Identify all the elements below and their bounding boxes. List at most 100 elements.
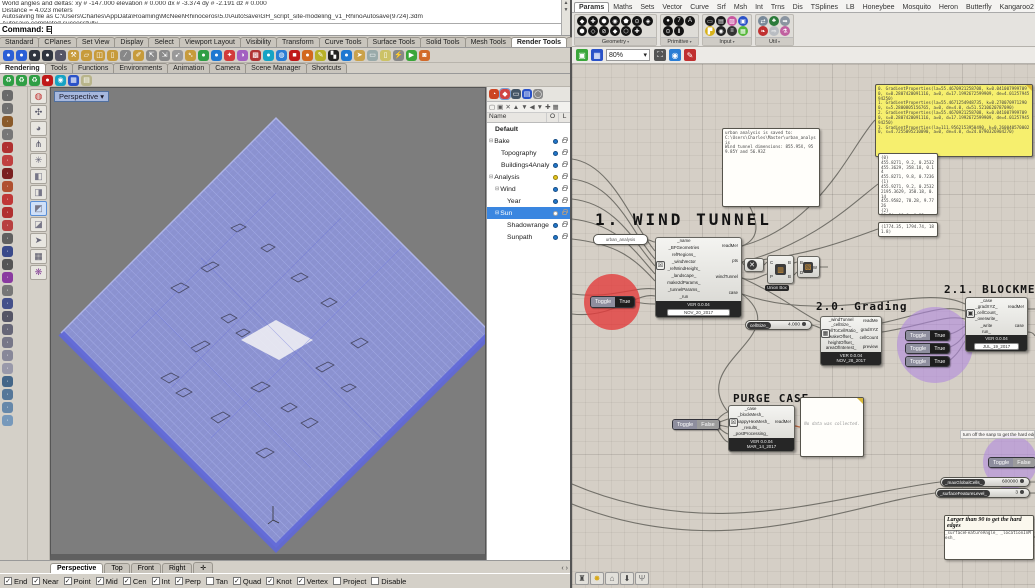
viewport-tab-perspective[interactable]: Perspective [50,563,103,573]
rtab-scene-manager[interactable]: Scene Manager [245,63,306,73]
component-icon[interactable]: ▭ [705,16,715,26]
layer-row[interactable]: Topography [487,147,570,159]
slider-knob-icon[interactable] [1020,490,1024,494]
component-icon[interactable]: ◉ [610,16,620,26]
input-port[interactable]: _landscape_ [659,274,709,278]
gh-tab-sets[interactable]: Sets [636,3,658,12]
tool-icon[interactable]: · [2,415,13,426]
gh-canvas[interactable]: 0. GradientProperties(la=55.467092125870… [572,64,1035,588]
input-port[interactable]: areaOfInterest_ [824,346,858,350]
tool-icon[interactable]: · [2,103,13,114]
checkbox-icon[interactable]: ✓ [152,577,160,585]
open-file-icon[interactable]: ▣ [576,49,588,61]
component-icon[interactable]: ❧ [758,26,768,36]
point-panel[interactable]: (1774.35, 1794.74, 181.8) [878,222,938,237]
output-port[interactable]: readMe! [709,244,738,248]
input-port[interactable]: _BFGeometries [659,246,709,250]
tab-render-tools[interactable]: Render Tools [511,37,567,47]
component-icon[interactable]: ◆ [610,26,620,36]
tool-icon[interactable]: · [2,350,13,361]
layer-row[interactable]: Buildings4Analy [487,159,570,171]
component-icon[interactable]: ▦ [738,26,748,36]
layer-lock-icon[interactable] [562,139,567,143]
widget-icon[interactable]: ⌂ [605,572,619,585]
gh-tab-dis[interactable]: Dis [789,3,807,12]
checkbox-icon[interactable]: ✓ [233,577,241,585]
tool-icon[interactable]: ◔ [55,50,66,61]
perspective-viewport[interactable]: Perspective ▾ [50,87,486,560]
plugin-tool-icon[interactable]: ◍ [30,89,47,104]
grading-component[interactable]: _windTunnel_cellSize__cellToCellRatio_wa… [820,316,882,366]
rtab-shortcuts[interactable]: Shortcuts [306,63,348,73]
boolean-toggle-run[interactable]: ToggleTrue [590,296,635,308]
max-global-cells-slider[interactable]: _maxGlobalCells_600000 [940,477,1030,487]
slider-track[interactable]: 3 [991,490,1029,495]
boolean-toggle-purge[interactable]: ToggleFalse [672,419,720,430]
plugin-tool-icon[interactable]: ◧ [30,169,47,184]
output-port[interactable]: case [709,291,738,295]
component-icon[interactable]: ➡ [780,16,790,26]
plugin-tool-icon[interactable]: ◪ [30,217,47,232]
osnap-quad[interactable]: ✓Quad [233,577,261,586]
input-port[interactable]: P [770,274,773,279]
tool-icon[interactable]: ◉ [55,75,66,86]
ribbon-group-label[interactable]: Primitive [661,37,698,45]
input-port[interactable]: _windVector [659,260,709,264]
layer-lock-icon[interactable] [562,199,567,203]
gh-tab-butterfly[interactable]: Butterfly [962,3,996,12]
checkbox-icon[interactable]: ✓ [4,577,12,585]
zoom-extents-icon[interactable]: ⛶ [654,49,666,61]
layers-tool-icon[interactable]: ▢ [489,103,495,111]
input-port[interactable]: _run [659,295,709,299]
layer-row[interactable]: Year [487,195,570,207]
component-icon[interactable]: ⚗ [780,26,790,36]
osnap-point[interactable]: ✓Point [64,577,91,586]
component-icon[interactable]: ◈ [643,16,653,26]
layer-lock-icon[interactable] [562,211,567,215]
input-port[interactable]: _blockMesh_ [732,413,769,417]
viewport-tab-top[interactable]: Top [104,563,129,573]
tool-icon[interactable]: ▱ [81,50,92,61]
tool-icon[interactable]: · [2,272,13,283]
plugin-tool-icon[interactable]: ⋔ [30,137,47,152]
union-box-component[interactable]: CP▥BB [767,255,794,284]
layer-visibility-bulb-icon[interactable] [553,199,558,204]
tab-standard[interactable]: Standard [0,37,39,47]
osnap-end[interactable]: ✓End [4,577,27,586]
date-editbox[interactable]: JUL_19_2017 [974,343,1018,350]
expander-icon[interactable]: ⊟ [489,138,493,144]
boolean-toggle-snap[interactable]: ToggleFalse [988,457,1035,468]
plugin-tool-icon[interactable]: ◨ [30,185,47,200]
gh-tab-curve[interactable]: Curve [686,3,713,12]
tool-icon[interactable]: ■ [289,50,300,61]
tool-icon[interactable]: · [2,246,13,257]
tool-icon[interactable]: ● [198,50,209,61]
osnap-near[interactable]: ✓Near [32,577,58,586]
widget-icon[interactable]: Ψ [635,572,649,585]
component-icon[interactable]: ✚ [632,26,642,36]
checkbox-icon[interactable]: ✓ [266,577,274,585]
input-port[interactable]: refRegions_ [659,253,709,257]
purge-case-component[interactable]: _case_blockMesh__snappyHexMesh__results_… [728,405,795,452]
component-icon[interactable]: ⬢ [599,16,609,26]
layer-row[interactable]: ⊟Sun [487,207,570,219]
tool-icon[interactable]: ◙ [419,50,430,61]
output-port[interactable]: readMe [858,319,878,323]
layer-lock-icon[interactable] [562,175,567,179]
layer-visibility-bulb-icon[interactable] [553,235,558,240]
input-port[interactable]: C [770,260,773,265]
command-scrollbar[interactable]: ▲▼ [561,0,570,35]
tool-icon[interactable]: · [2,298,13,309]
blockmesh-component[interactable]: _case_gradXYZ__cellCount__overwrite__wri… [965,297,1028,352]
layers-tool-icon[interactable]: ▼ [537,104,543,111]
layers-tool-icon[interactable]: ▲ [513,104,519,111]
gh-tab-heron[interactable]: Heron [935,3,962,12]
tool-icon[interactable]: · [2,311,13,322]
output-port[interactable]: B [788,274,791,279]
boolean-toggle-blockmesh-2[interactable]: ToggleTrue [905,356,950,367]
checkbox-icon[interactable] [371,577,379,585]
component-icon[interactable]: ⇄ [758,16,768,26]
gh-tab-srf[interactable]: Srf [713,3,730,12]
tool-icon[interactable]: · [2,233,13,244]
tool-icon[interactable]: ∕ [120,50,131,61]
